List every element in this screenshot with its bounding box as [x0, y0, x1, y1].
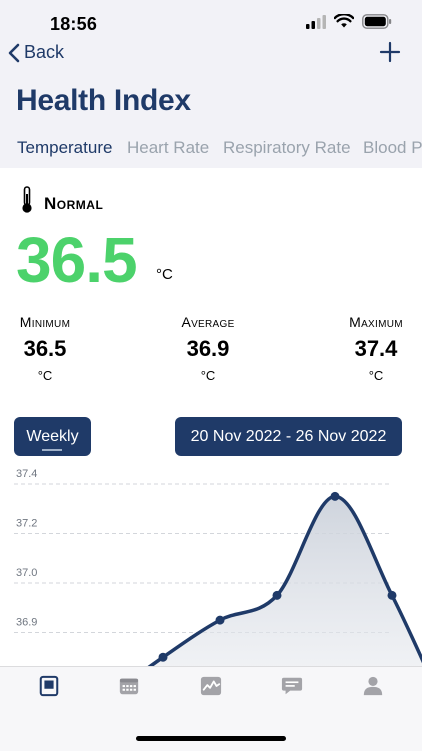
wifi-icon	[334, 14, 354, 28]
tab-heart-rate[interactable]: Heart Rate	[127, 138, 209, 158]
stat-maximum: Maximum 37.4 °C	[344, 314, 408, 383]
chart-data-point[interactable]	[387, 590, 397, 600]
chart-data-point[interactable]	[330, 491, 340, 501]
status-icons	[306, 14, 392, 29]
battery-icon	[362, 14, 392, 29]
stat-minimum-label: Minimum	[19, 314, 71, 330]
calendar-icon[interactable]	[117, 675, 141, 697]
stat-average: Average 36.9 °C	[176, 314, 240, 383]
temperature-card: Normal 36.5 °C Minimum 36.5 °C Average 3…	[0, 168, 422, 668]
chart-data-point[interactable]	[215, 615, 225, 625]
period-label: Weekly	[26, 427, 79, 445]
stat-minimum-unit: °C	[37, 368, 53, 383]
current-temperature: 36.5	[16, 224, 138, 296]
stat-average-label: Average	[181, 314, 235, 330]
notebook-icon[interactable]	[37, 675, 61, 697]
status-label: Normal	[44, 194, 104, 213]
tab-temperature[interactable]: Temperature	[17, 138, 112, 158]
profile-icon[interactable]	[361, 675, 385, 697]
stat-maximum-label: Maximum	[349, 314, 403, 330]
add-icon[interactable]	[378, 40, 402, 64]
tab-respiratory-rate[interactable]: Respiratory Rate	[223, 138, 351, 158]
chart-data-point[interactable]	[272, 590, 282, 600]
stat-maximum-value: 37.4	[354, 336, 398, 361]
y-tick-label: 37.0	[16, 567, 37, 579]
thermometer-icon	[22, 186, 32, 213]
period-underline	[42, 449, 62, 451]
stat-minimum: Minimum 36.5 °C	[16, 314, 74, 383]
stat-maximum-unit: °C	[368, 368, 384, 383]
back-label: Back	[24, 42, 65, 62]
period-selector-button[interactable]: Weekly	[14, 417, 91, 456]
metric-tabs: Temperature Heart Rate Respiratory Rate …	[0, 132, 422, 168]
chart-data-point[interactable]	[158, 652, 168, 662]
stat-average-value: 36.9	[186, 336, 230, 361]
date-range-label: 20 Nov 2022 - 26 Nov 2022	[190, 427, 387, 445]
status-time: 18:56	[50, 14, 98, 34]
tab-blood-pressure[interactable]: Blood Pressure	[363, 138, 422, 158]
temperature-chart: 37.4 37.2 37.0 36.9	[0, 468, 422, 668]
y-tick-label: 37.4	[16, 468, 37, 480]
y-tick-label: 37.2	[16, 518, 37, 530]
message-icon[interactable]	[280, 675, 304, 697]
chevron-left-icon	[8, 43, 20, 62]
nav-bar: Back	[0, 36, 422, 72]
page-title: Health Index	[16, 84, 191, 117]
stat-minimum-value: 36.5	[23, 336, 67, 361]
cellular-signal-icon	[306, 14, 326, 29]
back-button[interactable]: Back	[8, 42, 64, 63]
home-indicator	[136, 736, 286, 741]
date-range-button[interactable]: 20 Nov 2022 - 26 Nov 2022	[175, 417, 402, 456]
temperature-chart-svg: 37.4 37.2 37.0 36.9	[14, 468, 422, 668]
y-tick-label: 36.9	[16, 617, 37, 629]
stat-average-unit: °C	[200, 368, 216, 383]
chart-area-fill	[147, 496, 422, 668]
chart-icon[interactable]	[199, 675, 223, 697]
current-temperature-unit: °C	[156, 266, 173, 283]
